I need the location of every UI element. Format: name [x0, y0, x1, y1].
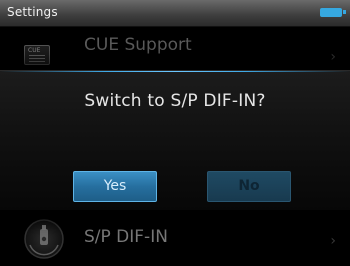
chevron-right-icon: › — [330, 233, 336, 249]
dialog-message: Switch to S/P DIF-IN? — [84, 91, 266, 111]
list-item-label: CUE Support — [84, 35, 192, 55]
chevron-right-icon: › — [330, 49, 336, 65]
list-item-label: S/P DIF-IN — [84, 227, 168, 247]
cue-icon: CUE — [24, 45, 50, 65]
spdif-icon — [24, 219, 64, 259]
list-item-cue-support[interactable]: CUE CUE Support › — [0, 27, 350, 71]
page-title: Settings — [7, 5, 58, 19]
yes-button[interactable]: Yes — [73, 171, 157, 202]
confirm-dialog: Switch to S/P DIF-IN? Yes No — [0, 70, 350, 210]
status-bar: Settings — [0, 0, 350, 27]
list-item-spdif-in[interactable]: S/P DIF-IN › — [0, 209, 350, 266]
battery-icon — [320, 8, 346, 17]
no-button[interactable]: No — [207, 171, 291, 202]
